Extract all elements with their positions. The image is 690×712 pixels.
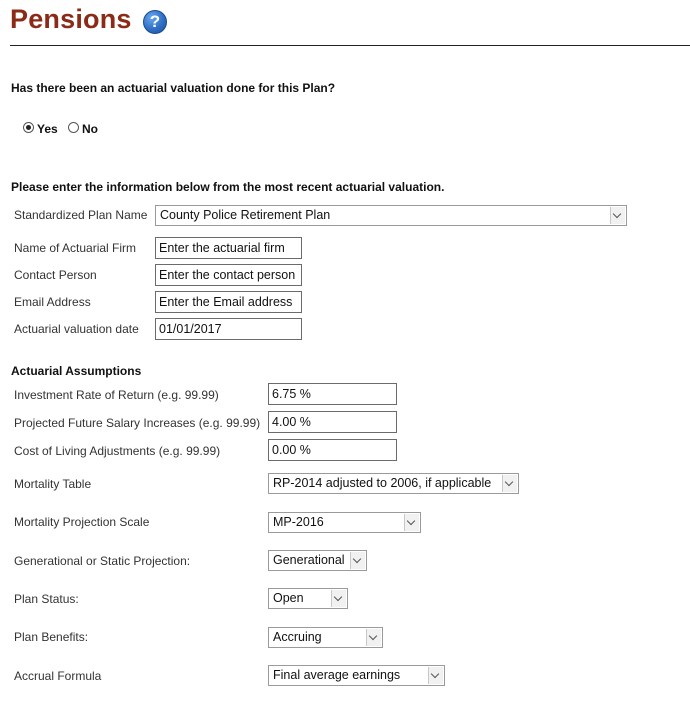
contact-input[interactable]: Enter the contact person: [155, 264, 302, 286]
investment-return-input[interactable]: 6.75 %: [268, 383, 397, 405]
chevron-down-icon: [331, 590, 346, 607]
chevron-down-icon: [428, 667, 443, 684]
projection-scale-value: MP-2016: [273, 515, 324, 529]
chevron-down-icon: [502, 475, 517, 492]
plan-name-select[interactable]: County Police Retirement Plan: [155, 205, 627, 226]
salary-increases-label: Projected Future Salary Increases (e.g. …: [14, 416, 261, 430]
plan-status-value: Open: [273, 591, 304, 605]
cola-input[interactable]: 0.00 %: [268, 439, 397, 461]
radio-yes[interactable]: [23, 122, 34, 133]
plan-name-value: County Police Retirement Plan: [160, 208, 331, 222]
chevron-down-icon: [610, 207, 625, 224]
plan-benefits-value: Accruing: [273, 630, 322, 644]
projection-type-label: Generational or Static Projection:: [14, 554, 191, 568]
accrual-formula-label: Accrual Formula: [14, 669, 102, 683]
plan-name-label: Standardized Plan Name: [14, 208, 148, 222]
mortality-table-value: RP-2014 adjusted to 2006, if applicable: [273, 476, 492, 490]
header-divider: [10, 45, 690, 46]
chevron-down-icon: [404, 514, 419, 531]
chevron-down-icon: [350, 552, 365, 569]
radio-no[interactable]: [68, 122, 79, 133]
contact-label: Contact Person: [14, 268, 97, 282]
plan-status-select[interactable]: Open: [268, 588, 348, 609]
firm-input[interactable]: Enter the actuarial firm: [155, 237, 302, 259]
projection-scale-label: Mortality Projection Scale: [14, 515, 150, 529]
plan-status-label: Plan Status:: [14, 592, 79, 606]
accrual-formula-select[interactable]: Final average earnings: [268, 665, 445, 686]
radio-yes-label[interactable]: Yes: [37, 122, 58, 136]
mortality-table-label: Mortality Table: [14, 477, 92, 491]
chevron-down-icon: [366, 629, 381, 646]
plan-benefits-label: Plan Benefits:: [14, 630, 89, 644]
instructions-text: Please enter the information below from …: [11, 180, 445, 194]
email-label: Email Address: [14, 295, 91, 309]
salary-increases-input[interactable]: 4.00 %: [268, 411, 397, 433]
valuation-question-label: Has there been an actuarial valuation do…: [11, 81, 336, 95]
firm-label: Name of Actuarial Firm: [14, 241, 137, 255]
plan-benefits-select[interactable]: Accruing: [268, 627, 383, 648]
email-input[interactable]: Enter the Email address: [155, 291, 302, 313]
page-title: Pensions: [10, 4, 132, 34]
valuation-date-label: Actuarial valuation date: [14, 322, 139, 336]
assumptions-heading: Actuarial Assumptions: [11, 364, 142, 378]
cola-label: Cost of Living Adjustments (e.g. 99.99): [14, 444, 221, 458]
projection-scale-select[interactable]: MP-2016: [268, 512, 421, 533]
valuation-date-input[interactable]: 01/01/2017: [155, 318, 302, 340]
mortality-table-select[interactable]: RP-2014 adjusted to 2006, if applicable: [268, 473, 519, 494]
radio-no-label[interactable]: No: [82, 122, 98, 136]
investment-return-label: Investment Rate of Return (e.g. 99.99): [14, 388, 219, 402]
accrual-formula-value: Final average earnings: [273, 668, 401, 682]
help-icon[interactable]: ?: [143, 10, 167, 34]
projection-type-select[interactable]: Generational: [268, 550, 367, 571]
projection-type-value: Generational: [273, 553, 345, 567]
